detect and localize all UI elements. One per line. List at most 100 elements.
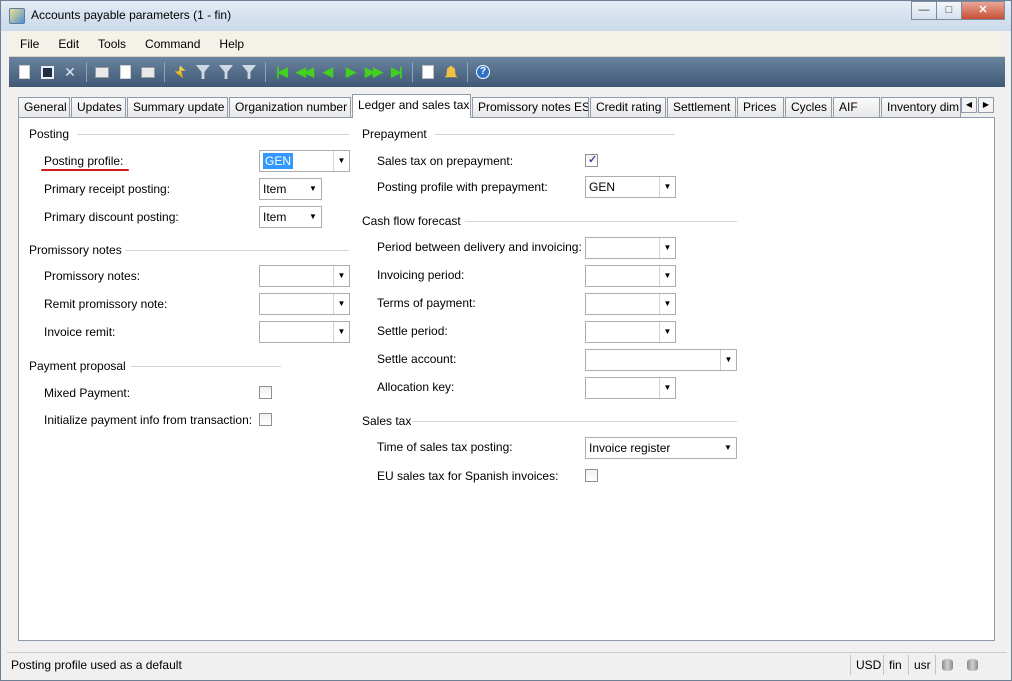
dropdown-arrow-icon[interactable]: ▼: [333, 266, 349, 286]
document-handling-icon[interactable]: [419, 63, 437, 81]
window-title: Accounts payable parameters (1 - fin): [31, 8, 232, 22]
tab-summary-update[interactable]: Summary update: [127, 97, 228, 117]
dropdown-arrow-icon[interactable]: ▼: [659, 322, 675, 342]
dropdown-arrow-icon[interactable]: ▼: [333, 322, 349, 342]
server-icon[interactable]: [967, 659, 978, 671]
terms-of-payment-combo[interactable]: ▼: [585, 293, 676, 315]
dropdown-arrow-icon[interactable]: ▼: [659, 266, 675, 286]
tab-promissory-notes-es[interactable]: Promissory notes ES: [472, 97, 589, 117]
close-button[interactable]: ✕: [961, 1, 1005, 20]
posting-profile-prepayment-value: GEN: [589, 180, 616, 194]
tab-prices[interactable]: Prices: [737, 97, 784, 117]
initialize-payment-info-checkbox[interactable]: [259, 413, 272, 426]
tab-ledger-and-sales-tax[interactable]: Ledger and sales tax: [352, 94, 471, 118]
status-layer[interactable]: usr: [908, 655, 936, 675]
time-of-sales-tax-combo[interactable]: Invoice register ▼: [585, 437, 737, 459]
menu-file[interactable]: File: [12, 37, 47, 51]
posting-profile-prepayment-combo[interactable]: GEN ▼: [585, 176, 676, 198]
tab-aif[interactable]: AIF: [833, 97, 880, 117]
tab-updates[interactable]: Updates: [71, 97, 126, 117]
minimize-button[interactable]: —: [911, 1, 937, 20]
print-icon[interactable]: [93, 63, 111, 81]
group-posting: Posting: [29, 127, 70, 141]
dropdown-arrow-icon[interactable]: ▼: [659, 378, 675, 398]
dropdown-arrow-icon[interactable]: ▼: [333, 151, 349, 171]
tab-organization-number[interactable]: Organization number: [229, 97, 351, 117]
export-icon[interactable]: [139, 63, 157, 81]
mixed-payment-label: Mixed Payment:: [44, 386, 131, 400]
remove-filter-icon[interactable]: [240, 63, 258, 81]
status-currency[interactable]: USD: [850, 655, 886, 675]
mixed-payment-checkbox[interactable]: [259, 386, 272, 399]
promissory-notes-combo[interactable]: ▼: [259, 265, 350, 287]
sales-tax-prepayment-checkbox[interactable]: ✓: [585, 154, 598, 167]
dropdown-arrow-icon[interactable]: ▼: [333, 294, 349, 314]
settle-period-combo[interactable]: ▼: [585, 321, 676, 343]
menu-bar: File Edit Tools Command Help: [9, 31, 1005, 57]
print-preview-icon[interactable]: [116, 63, 134, 81]
last-record-icon[interactable]: ▶|: [387, 63, 405, 81]
tab-credit-rating[interactable]: Credit rating: [590, 97, 666, 117]
primary-discount-value: Item: [263, 210, 287, 224]
tab-cycles[interactable]: Cycles: [785, 97, 832, 117]
filter-icon[interactable]: [194, 63, 212, 81]
next-record-icon[interactable]: ▶: [341, 63, 359, 81]
red-underline-annotation: [41, 169, 129, 171]
save-icon[interactable]: [38, 63, 56, 81]
advanced-filter-icon[interactable]: [217, 63, 235, 81]
tab-settlement[interactable]: Settlement: [667, 97, 736, 117]
alert-icon[interactable]: [442, 63, 460, 81]
menu-command[interactable]: Command: [137, 37, 208, 51]
dropdown-arrow-icon[interactable]: ▼: [659, 294, 675, 314]
remit-promissory-combo[interactable]: ▼: [259, 293, 350, 315]
settle-account-label: Settle account:: [377, 352, 457, 366]
previous-record-icon[interactable]: ◀: [318, 63, 336, 81]
tab-inventory-dim[interactable]: Inventory dim: [881, 97, 961, 117]
invoice-remit-label: Invoice remit:: [44, 325, 116, 339]
sales-tax-prepayment-label: Sales tax on prepayment:: [377, 154, 514, 168]
dropdown-arrow-icon[interactable]: ▼: [659, 177, 675, 197]
eu-sales-tax-label: EU sales tax for Spanish invoices:: [377, 469, 559, 483]
status-message: Posting profile used as a default: [11, 658, 182, 672]
group-promissory-notes: Promissory notes: [29, 243, 122, 257]
dropdown-arrow-icon[interactable]: ▼: [305, 207, 321, 227]
first-record-icon[interactable]: |◀: [272, 63, 290, 81]
dropdown-arrow-icon[interactable]: ▼: [720, 438, 736, 458]
primary-receipt-combo[interactable]: Item ▼: [259, 178, 322, 200]
allocation-key-combo[interactable]: ▼: [585, 377, 676, 399]
initialize-payment-info-label: Initialize payment info from transaction…: [44, 413, 253, 427]
primary-receipt-value: Item: [263, 182, 287, 196]
new-icon[interactable]: [15, 63, 33, 81]
tab-scroll-right-icon[interactable]: ▶: [978, 97, 994, 113]
posting-profile-value: GEN: [263, 153, 294, 169]
period-delivery-combo[interactable]: ▼: [585, 237, 676, 259]
delete-icon[interactable]: ✕: [61, 63, 79, 81]
menu-help[interactable]: Help: [211, 37, 252, 51]
app-window: Accounts payable parameters (1 - fin) — …: [0, 0, 1012, 681]
menu-edit[interactable]: Edit: [50, 37, 87, 51]
status-bar: Posting profile used as a default USD fi…: [7, 652, 1007, 676]
maximize-button[interactable]: □: [936, 1, 962, 20]
status-company[interactable]: fin: [883, 655, 907, 675]
filter-by-selection-icon[interactable]: [171, 63, 189, 81]
help-icon[interactable]: ?: [474, 63, 492, 81]
dropdown-arrow-icon[interactable]: ▼: [305, 179, 321, 199]
dropdown-arrow-icon[interactable]: ▼: [659, 238, 675, 258]
settle-period-label: Settle period:: [377, 324, 448, 338]
settle-account-combo[interactable]: ▼: [585, 349, 737, 371]
previous-page-icon[interactable]: ◀◀: [295, 63, 314, 81]
primary-discount-combo[interactable]: Item ▼: [259, 206, 322, 228]
dropdown-arrow-icon[interactable]: ▼: [720, 350, 736, 370]
tab-scroll-left-icon[interactable]: ◀: [961, 97, 977, 113]
eu-sales-tax-checkbox[interactable]: [585, 469, 598, 482]
menu-tools[interactable]: Tools: [90, 37, 134, 51]
group-prepayment: Prepayment: [362, 127, 427, 141]
database-icon[interactable]: [942, 659, 953, 671]
time-of-sales-tax-label: Time of sales tax posting:: [377, 440, 513, 454]
next-page-icon[interactable]: ▶▶: [364, 63, 383, 81]
tab-general[interactable]: General: [18, 97, 70, 117]
invoicing-period-combo[interactable]: ▼: [585, 265, 676, 287]
posting-profile-combo[interactable]: GEN ▼: [259, 150, 350, 172]
group-cash-flow-forecast: Cash flow forecast: [362, 214, 461, 228]
invoice-remit-combo[interactable]: ▼: [259, 321, 350, 343]
